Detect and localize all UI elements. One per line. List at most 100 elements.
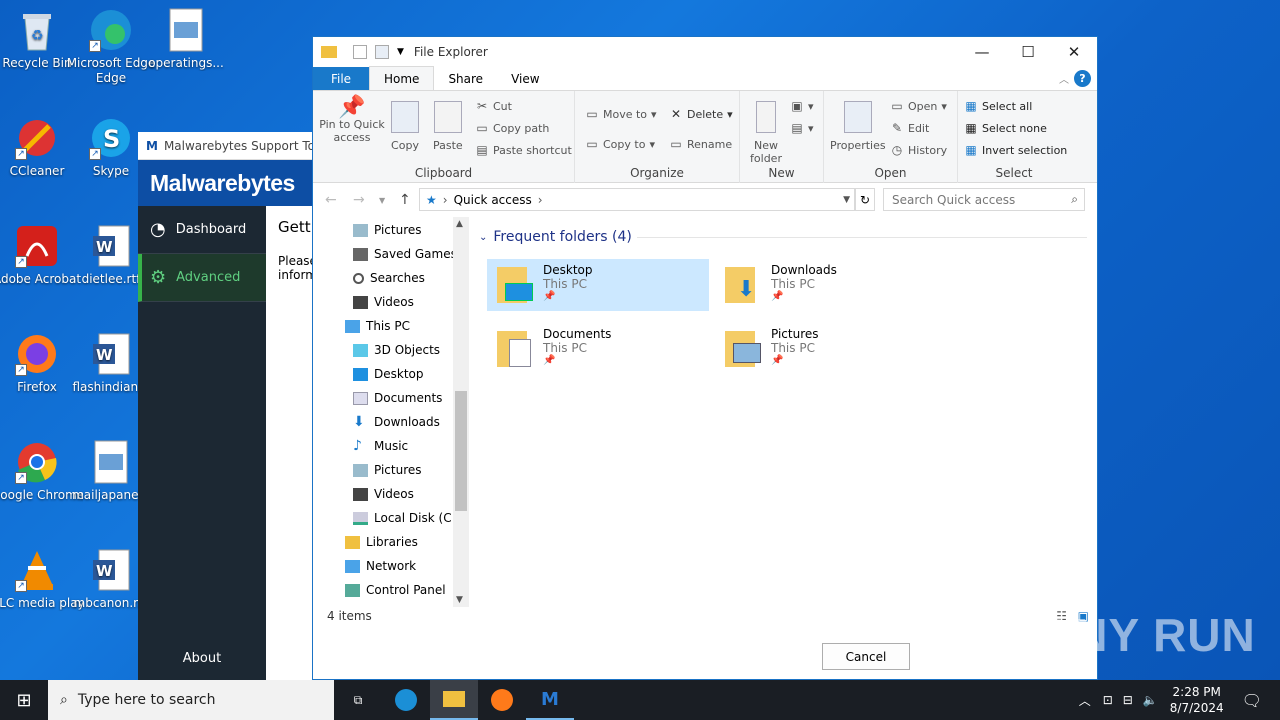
folder-documents[interactable]: Documents This PC 📌 — [487, 323, 709, 375]
nav-item-local-disk[interactable]: Local Disk (C:) — [353, 506, 460, 530]
group-header[interactable]: ⌄ Frequent folders (4) — [479, 229, 632, 245]
task-view-button[interactable]: ⧉ — [334, 680, 382, 720]
new-item-button[interactable]: ▣ ▾ — [790, 99, 813, 113]
videos-icon — [353, 487, 368, 501]
skype-icon: S ↗ — [89, 116, 133, 160]
nav-scrollbar[interactable]: ▲ ▼ — [453, 217, 469, 607]
recent-dropdown-icon[interactable]: ▼ — [379, 196, 385, 205]
nav-item-control-panel[interactable]: Control Panel — [345, 578, 446, 602]
back-icon[interactable]: ← — [325, 192, 337, 208]
copy-button[interactable]: Copy — [391, 101, 419, 152]
nav-item-documents[interactable]: Documents — [353, 386, 442, 410]
device-icon[interactable]: ⊡ — [1103, 693, 1113, 707]
clock[interactable]: 2:28 PM 8/7/2024 — [1170, 684, 1224, 716]
folder-downloads[interactable]: ⬇ Downloads This PC 📌 — [715, 259, 937, 311]
folder-desktop[interactable]: Desktop This PC 📌 — [487, 259, 709, 311]
start-button[interactable]: ⊞ — [0, 680, 48, 720]
tab-home[interactable]: Home — [369, 66, 435, 90]
select-all-button[interactable]: ▦ Select all — [964, 99, 1032, 113]
taskbar-search[interactable]: ⌕ Type here to search — [48, 680, 334, 720]
nav-item-pictures[interactable]: Pictures — [353, 218, 422, 242]
new-folder-button[interactable]: New folder — [748, 101, 784, 165]
nav-item-downloads[interactable]: ⬇ Downloads — [353, 410, 440, 434]
quick-access-dropdown-icon[interactable]: ▼ — [397, 47, 404, 57]
select-none-button[interactable]: ▦ Select none — [964, 121, 1047, 135]
collapse-ribbon-icon[interactable]: ︿ — [1059, 71, 1069, 86]
group-label: Open — [874, 166, 907, 180]
scroll-up-icon[interactable]: ▲ — [456, 219, 463, 229]
chevron-up-icon[interactable]: ︿ — [1079, 692, 1091, 709]
new-folder-quick-icon[interactable] — [375, 45, 389, 59]
volume-icon[interactable]: 🔈 — [1143, 693, 1158, 707]
open-button[interactable]: ▭ Open ▾ — [890, 99, 947, 113]
move-to-button[interactable]: ▭ Move to ▾ — [585, 107, 656, 121]
copy-path-button[interactable]: ▭ Copy path — [475, 121, 549, 135]
nav-advanced[interactable]: ⚙ Advanced — [138, 254, 266, 302]
close-icon[interactable]: ✕ — [1051, 37, 1097, 67]
nav-item-desktop[interactable]: Desktop — [353, 362, 424, 386]
forward-icon[interactable]: → — [353, 192, 365, 208]
cut-button[interactable]: ✂ Cut — [475, 99, 512, 113]
notification-icon[interactable]: 🗨 — [1242, 691, 1262, 710]
invert-selection-button[interactable]: ▦ Invert selection — [964, 143, 1067, 157]
quick-access-star-icon: ★ — [426, 192, 437, 207]
about-button[interactable]: About — [138, 651, 266, 666]
nav-item-videos[interactable]: Videos — [353, 290, 414, 314]
3d-objects-icon — [353, 343, 368, 357]
firefox-icon — [491, 689, 513, 711]
nav-item-this-pc[interactable]: This PC — [345, 314, 410, 338]
scroll-thumb[interactable] — [455, 391, 467, 511]
search-box[interactable]: Search Quick access ⌕ — [883, 188, 1085, 211]
word-file-icon: W — [89, 548, 133, 592]
properties-quick-icon[interactable] — [353, 45, 367, 59]
copy-to-button[interactable]: ▭ Copy to ▾ — [585, 137, 655, 151]
maximize-icon[interactable]: ☐ — [1005, 37, 1051, 67]
history-button[interactable]: ◷ History — [890, 143, 947, 157]
minimize-icon[interactable]: — — [959, 37, 1005, 67]
nav-item-libraries[interactable]: Libraries — [345, 530, 418, 554]
nav-item-3d-objects[interactable]: 3D Objects — [353, 338, 440, 362]
folder-pictures[interactable]: Pictures This PC 📌 — [715, 323, 937, 375]
up-icon[interactable]: ↑ — [399, 192, 411, 208]
desktop-icon-operatings[interactable]: operatings... — [140, 8, 232, 71]
chrome-icon: ↗ — [15, 440, 59, 484]
tab-share[interactable]: Share — [434, 67, 497, 90]
taskbar-edge[interactable] — [382, 680, 430, 720]
pin-quick-access-button[interactable]: 📌 Pin to Quick access — [319, 97, 385, 145]
nav-dashboard[interactable]: ◔ Dashboard — [138, 206, 266, 254]
taskbar-malwarebytes[interactable]: M — [526, 680, 574, 720]
address-dropdown-icon[interactable]: ▼ — [843, 195, 850, 205]
task-view-icon: ⧉ — [353, 692, 363, 707]
cancel-button[interactable]: Cancel — [822, 643, 910, 670]
properties-button[interactable]: Properties — [830, 101, 886, 152]
nav-item-network[interactable]: Network — [345, 554, 416, 578]
taskbar-file-explorer[interactable] — [430, 680, 478, 720]
nav-item-videos-pc[interactable]: Videos — [353, 482, 414, 506]
nav-item-searches[interactable]: Searches — [353, 266, 425, 290]
ribbon-tabs: File Home Share View ︿ ? — [313, 66, 1097, 91]
taskbar-firefox[interactable] — [478, 680, 526, 720]
rename-button[interactable]: ▭ Rename — [669, 137, 732, 151]
paste-shortcut-button[interactable]: ▤ Paste shortcut — [475, 143, 571, 157]
navigation-pane: Pictures Saved Games Searches Videos Thi… — [313, 217, 469, 607]
scroll-down-icon[interactable]: ▼ — [456, 595, 463, 605]
tab-view[interactable]: View — [497, 67, 553, 90]
delete-button[interactable]: ✕ Delete ▾ — [669, 107, 733, 121]
nav-item-pictures-pc[interactable]: Pictures — [353, 458, 422, 482]
nav-item-music[interactable]: ♪ Music — [353, 434, 408, 458]
documents-folder-icon — [495, 327, 535, 371]
edit-button[interactable]: ✎ Edit — [890, 121, 929, 135]
drive-icon — [353, 511, 368, 525]
easy-access-button[interactable]: ▤ ▾ — [790, 121, 813, 135]
tab-file[interactable]: File — [313, 67, 369, 90]
help-icon[interactable]: ? — [1074, 70, 1091, 87]
network-icon — [345, 559, 360, 573]
this-pc-icon — [345, 319, 360, 333]
downloads-icon: ⬇ — [353, 413, 365, 430]
nav-item-saved-games[interactable]: Saved Games — [353, 242, 457, 266]
address-bar[interactable]: ★ › Quick access › ▼ — [419, 188, 855, 211]
network-icon[interactable]: ⊟ — [1123, 693, 1133, 707]
refresh-button[interactable]: ↻ — [855, 188, 875, 211]
easy-access-icon: ▤ — [791, 121, 803, 135]
paste-button[interactable]: Paste — [433, 101, 463, 152]
